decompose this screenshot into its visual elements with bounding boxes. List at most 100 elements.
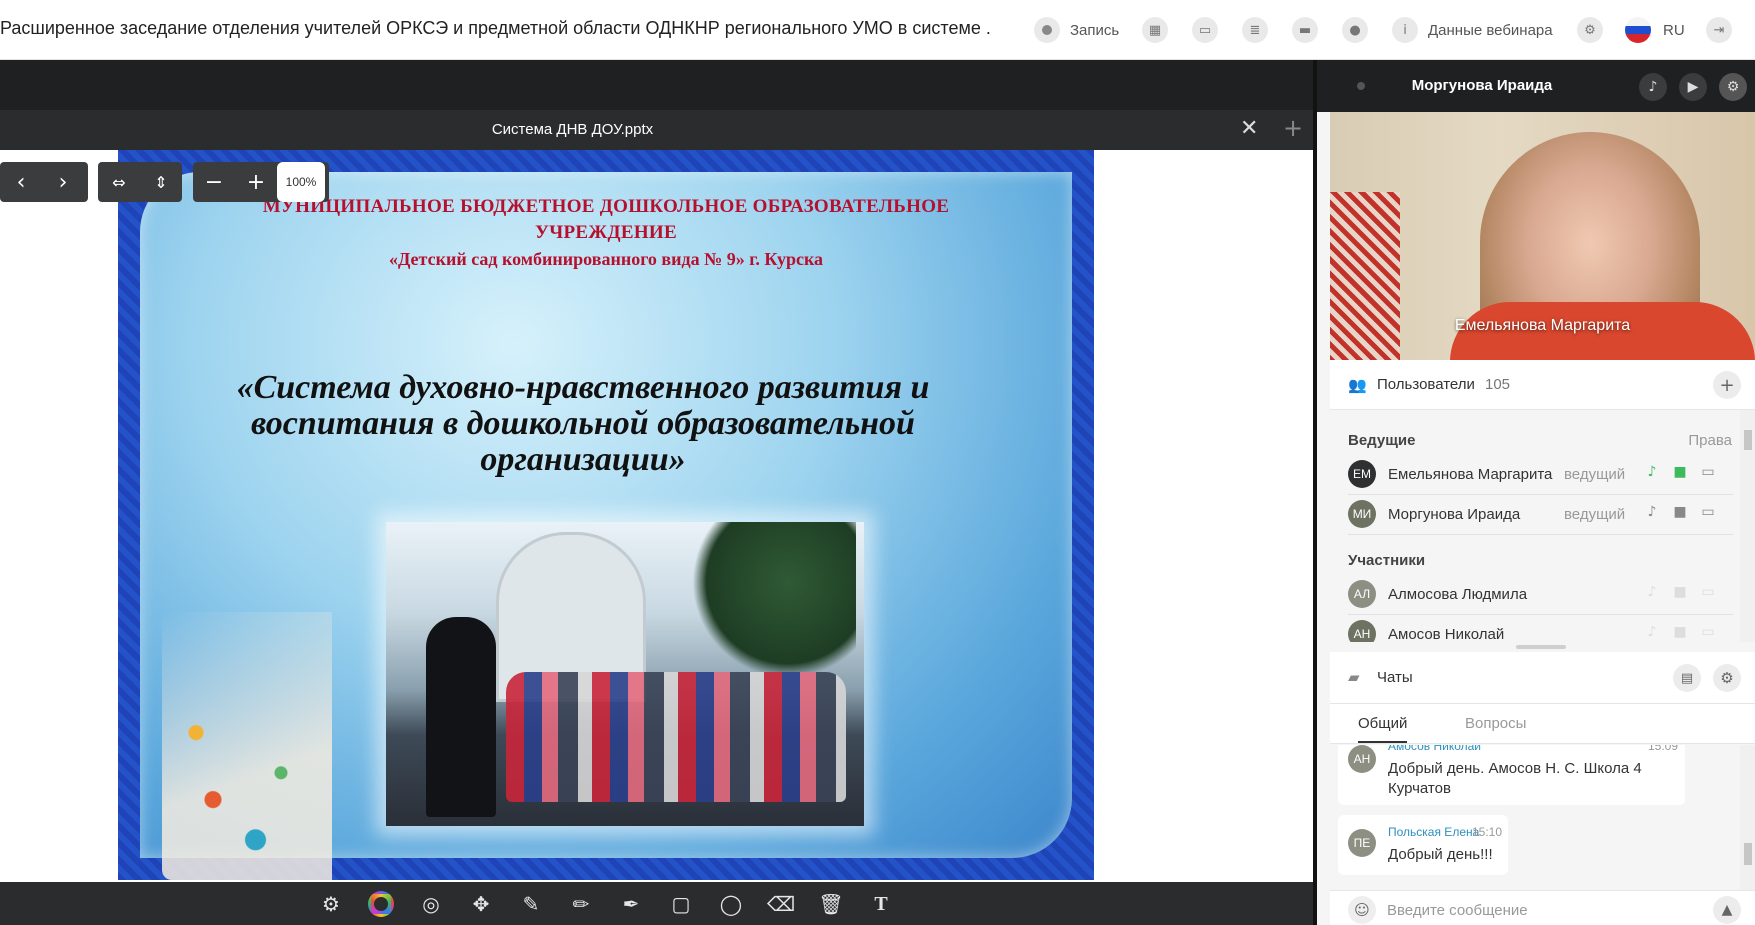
color-picker-button[interactable] [365, 888, 397, 920]
screen-share-off-icon[interactable]: ▭ [1698, 464, 1718, 484]
exit-icon: ⇥ [1706, 17, 1732, 43]
chat-settings-button[interactable]: ⚙ [1713, 664, 1741, 692]
add-document-icon[interactable]: + [1283, 114, 1303, 142]
avatar: ЕМ [1348, 460, 1376, 488]
participants-button[interactable]: ● [1342, 14, 1368, 46]
chat-message: АН Амосов Николай 15:09 Добрый день. Амо… [1338, 745, 1685, 805]
layout-button[interactable]: ▦ [1142, 14, 1168, 46]
zoom-out-button[interactable]: − [193, 162, 235, 202]
mic-off-icon[interactable]: ♪ [1642, 624, 1662, 642]
scroll-thumb[interactable] [1744, 843, 1752, 865]
user-role: ведущий [1564, 466, 1626, 483]
gear-icon: ⚙ [1577, 17, 1603, 43]
video-settings-button[interactable]: ⚙ [1719, 73, 1747, 101]
tab-general[interactable]: Общий [1358, 715, 1408, 743]
language-selector[interactable]: RU [1625, 14, 1685, 46]
webinar-data-button[interactable]: i Данные вебинара [1392, 14, 1553, 46]
plus-icon: + [1719, 374, 1735, 396]
mic-off-icon[interactable]: ♪ [1642, 504, 1662, 524]
pencil-tool-button[interactable]: ✏ [565, 888, 597, 920]
settings-button[interactable]: ⚙ [1577, 14, 1603, 46]
fit-controls: ⇔ ⇕ [98, 162, 182, 202]
smile-icon: ☺ [1354, 901, 1370, 919]
zoom-in-button[interactable]: + [235, 162, 277, 202]
slide-navigation: ‹ › [0, 162, 88, 202]
speaker-video: Емельянова Маргарита [1330, 112, 1755, 360]
gear-icon: ⚙ [1726, 79, 1740, 95]
avatar: АЛ [1348, 580, 1376, 608]
chats-label: Чаты [1377, 669, 1413, 686]
panel-resize-handle[interactable] [1516, 645, 1566, 649]
close-document-icon[interactable]: ✕ [1240, 116, 1258, 141]
message-time: 15:09 [1648, 745, 1679, 753]
list-divider [1348, 494, 1733, 495]
chat-export-button[interactable]: ▤ [1673, 664, 1701, 692]
add-user-button[interactable]: + [1713, 371, 1741, 399]
list-item[interactable]: МИ Моргунова Ираида ведущий ♪ ■ ▭ [1348, 496, 1733, 532]
list-divider [1348, 614, 1733, 615]
chat-message: ПЕ Польская Елена 15:10 Добрый день!!! [1338, 815, 1508, 875]
list-divider [1348, 534, 1733, 535]
slide-photo [386, 522, 864, 826]
text-icon: T [874, 892, 888, 915]
mic-off-button[interactable]: ♪ [1639, 73, 1667, 101]
russia-flag-icon [1625, 17, 1651, 43]
zoom-level: 100% [277, 162, 325, 202]
screen-share-off-icon[interactable]: ▭ [1698, 624, 1718, 642]
message-input[interactable] [1387, 897, 1687, 923]
chat-scrollbar[interactable] [1740, 745, 1755, 890]
next-slide-button[interactable]: › [42, 162, 84, 202]
photo-children [506, 672, 846, 802]
message-time: 15:10 [1472, 825, 1503, 839]
camera-off-icon[interactable]: ■ [1670, 504, 1690, 524]
screen-share-off-icon[interactable]: ▭ [1698, 584, 1718, 604]
move-tool-button[interactable]: ✥ [465, 888, 497, 920]
message-text-line1: Добрый день!!! [1388, 846, 1493, 863]
whiteboard-button[interactable]: ≣ [1242, 14, 1268, 46]
camera-on-icon[interactable]: ■ [1670, 464, 1690, 484]
mic-off-icon[interactable]: ♪ [1642, 584, 1662, 604]
message-author[interactable]: Польская Елена [1388, 825, 1479, 839]
rectangle-tool-button[interactable]: ▢ [665, 888, 697, 920]
list-item[interactable]: АЛ Алмосова Людмила ♪ ■ ▭ [1348, 576, 1733, 612]
tab-questions[interactable]: Вопросы [1465, 715, 1526, 732]
exit-button[interactable]: ⇥ [1706, 14, 1732, 46]
send-button[interactable]: ▲ [1713, 896, 1741, 924]
user-name: Моргунова Ираида [1388, 506, 1521, 523]
message-author[interactable]: Амосов Николай [1388, 745, 1481, 753]
eraser-tool-button[interactable]: ⌫ [765, 888, 797, 920]
mic-off-icon: ♪ [1648, 79, 1658, 95]
record-button[interactable]: Запись [1034, 14, 1119, 46]
shape-tool-button[interactable]: ◯ [715, 888, 747, 920]
tool-settings-button[interactable]: ⚙ [315, 888, 347, 920]
camera-off-icon[interactable]: ■ [1670, 584, 1690, 604]
record-label: Запись [1070, 21, 1120, 39]
previous-slide-button[interactable]: ‹ [0, 162, 42, 202]
emoji-button[interactable]: ☺ [1348, 896, 1376, 924]
user-name: Алмосова Людмила [1388, 586, 1528, 603]
send-icon: ▲ [1721, 902, 1733, 918]
mic-on-icon[interactable]: ♪ [1642, 464, 1662, 484]
chat-input-row: ☺ ▲ [1330, 890, 1755, 925]
scroll-thumb[interactable] [1744, 430, 1752, 450]
brush-tool-button[interactable]: ✎ [515, 888, 547, 920]
clear-button[interactable]: 🗑 [815, 888, 847, 920]
participants-section-title: Участники [1348, 552, 1426, 569]
files-button[interactable]: ▬ [1292, 14, 1318, 46]
record-icon [1034, 17, 1060, 43]
fit-width-button[interactable]: ⇔ [98, 162, 140, 202]
screen-share-button[interactable]: ▭ [1192, 14, 1218, 46]
camera-off-icon[interactable]: ■ [1670, 624, 1690, 642]
users-header: 👥 Пользователи 105 + [1330, 360, 1755, 410]
speaker-name: Емельянова Маргарита [1454, 317, 1631, 334]
users-scrollbar[interactable] [1740, 410, 1755, 642]
fit-height-button[interactable]: ⇕ [140, 162, 182, 202]
marker-tool-button[interactable]: ✒ [615, 888, 647, 920]
list-item[interactable]: ЕМ Емельянова Маргарита ведущий ♪ ■ ▭ [1348, 456, 1733, 492]
list-item[interactable]: АН Амосов Николай ♪ ■ ▭ [1348, 616, 1733, 642]
slide-main-title: «Система духовно-нравственного развития … [236, 369, 930, 478]
laser-pointer-button[interactable]: ◎ [415, 888, 447, 920]
screen-share-off-icon[interactable]: ▭ [1698, 504, 1718, 524]
text-tool-button[interactable]: T [865, 888, 897, 920]
camera-off-button[interactable]: ▶ [1679, 73, 1707, 101]
